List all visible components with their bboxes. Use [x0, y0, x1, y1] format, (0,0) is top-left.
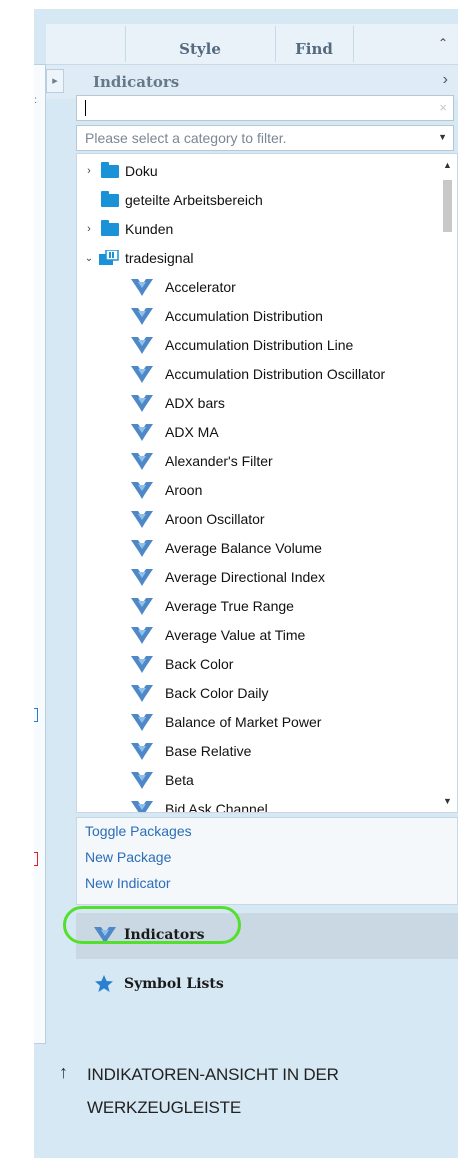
collapse-up-icon[interactable]: ⌃ — [438, 36, 448, 50]
indicator-icon — [131, 656, 153, 673]
indicator-label: Accumulation Distribution — [165, 308, 323, 324]
edge-marker-red — [34, 852, 38, 866]
indicator-label: Aroon Oscillator — [165, 511, 265, 527]
star-icon — [95, 975, 113, 992]
scroll-down-icon[interactable]: ▼ — [443, 796, 452, 806]
indicator-label: Average Value at Time — [165, 627, 306, 643]
indicator-label: Back Color Daily — [165, 685, 269, 701]
indicator-label: Balance of Market Power — [165, 714, 322, 730]
folder-icon — [101, 191, 119, 207]
expand-left-icon[interactable]: ▸ — [46, 69, 64, 93]
expand-icon[interactable]: › — [83, 215, 95, 244]
indicator-icon — [131, 685, 153, 702]
tab-bar: Style Find ⌃ — [46, 24, 458, 65]
indicator-label: Alexander's Filter — [165, 453, 273, 469]
tab-divider — [353, 26, 354, 62]
indicator-label: ADX MA — [165, 424, 219, 440]
indicator-icon — [131, 743, 153, 760]
indicator-label: Average True Range — [165, 598, 294, 614]
tab-find[interactable]: Find — [276, 24, 352, 64]
indicator-icon — [131, 772, 153, 789]
text-cursor — [85, 100, 86, 116]
indicator-icon — [131, 395, 153, 412]
package-folder-icon — [99, 250, 119, 265]
indicator-icon — [131, 366, 153, 383]
category-filter-select[interactable]: Please select a category to filter. ▼ — [76, 125, 454, 151]
indicator-tree: › Doku geteilte Arbeitsbereich › Kunden … — [76, 153, 458, 813]
scroll-up-icon[interactable]: ▲ — [443, 160, 452, 170]
indicator-label: Bid Ask Channel — [165, 801, 268, 813]
indicator-label: Average Directional Index — [165, 569, 326, 585]
tab-style[interactable]: Style — [126, 24, 274, 64]
indicators-header: ▸ Indicators › — [46, 65, 458, 99]
expand-icon[interactable]: › — [83, 157, 95, 186]
edge-marker: : — [34, 95, 37, 106]
indicator-label: Accumulation Distribution Line — [165, 337, 354, 353]
indicator-icon — [131, 482, 153, 499]
clear-icon[interactable]: × — [439, 100, 447, 115]
new-package-link[interactable]: New Package — [85, 849, 171, 865]
folder-label: Doku — [125, 163, 158, 179]
indicator-icon — [131, 569, 153, 586]
nav-symbol-lists-button[interactable]: Symbol Lists — [76, 962, 458, 1008]
indicator-icon — [131, 279, 153, 296]
indicator-label: Beta — [165, 772, 194, 788]
arrow-up-icon: ↑ — [59, 1062, 68, 1082]
search-input[interactable]: × — [76, 95, 454, 121]
indicator-icon — [131, 337, 153, 354]
new-indicator-link[interactable]: New Indicator — [85, 875, 171, 891]
indicator-icon — [131, 453, 153, 470]
chart-edge-panel: : — [34, 64, 46, 1044]
indicator-label: Accumulation Distribution Oscillator — [165, 366, 386, 382]
collapse-icon[interactable]: ⌄ — [83, 244, 95, 273]
figure-caption: INDIKATOREN-ANSICHT IN DER WERKZEUGLEIST… — [87, 1065, 339, 1117]
tree-scrollbar[interactable]: ▲ ▼ — [439, 154, 457, 812]
action-links: Toggle Packages New Package New Indicato… — [76, 817, 458, 905]
indicator-label: Accelerator — [165, 279, 236, 295]
panel-title: Indicators — [93, 73, 180, 91]
indicator-icon — [131, 627, 153, 644]
indicator-label: Back Color — [165, 656, 234, 672]
indicator-icon — [131, 308, 153, 325]
edge-marker-blue — [34, 708, 38, 722]
highlight-circle — [63, 906, 241, 944]
filter-placeholder: Please select a category to filter. — [85, 130, 287, 146]
indicator-label: Aroon — [165, 482, 203, 498]
indicator-label: Average Balance Volume — [165, 540, 322, 556]
indicator-icon — [131, 714, 153, 731]
chevron-right-icon[interactable]: › — [443, 71, 448, 89]
indicator-icon — [131, 801, 153, 812]
folder-label: Kunden — [125, 221, 174, 237]
folder-icon — [101, 162, 119, 178]
folder-label: geteilte Arbeitsbereich — [125, 192, 263, 208]
dropdown-arrow-icon[interactable]: ▼ — [438, 132, 447, 142]
folder-label: tradesignal — [125, 250, 194, 266]
indicator-icon — [131, 540, 153, 557]
indicator-icon — [131, 598, 153, 615]
toggle-packages-link[interactable]: Toggle Packages — [85, 823, 192, 839]
indicator-icon — [131, 424, 153, 441]
indicator-icon — [131, 511, 153, 528]
indicator-label: Base Relative — [165, 743, 252, 759]
indicator-label: ADX bars — [165, 395, 225, 411]
nav-label: Symbol Lists — [124, 976, 224, 992]
scrollbar-thumb[interactable] — [443, 180, 452, 232]
folder-icon — [101, 220, 119, 236]
